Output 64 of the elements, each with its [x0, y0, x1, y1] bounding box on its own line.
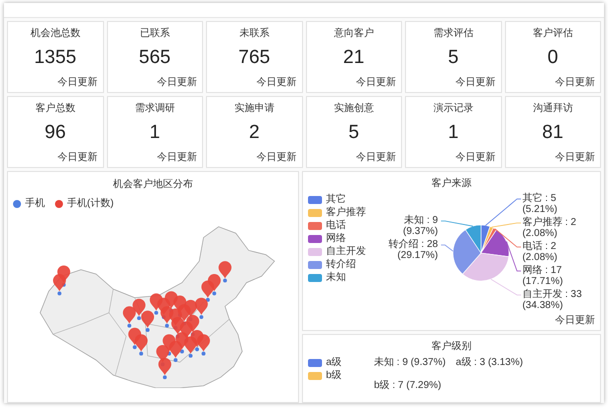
card-value: 0	[547, 46, 558, 68]
slice-label: 客户推荐 : 2 (2.08%)	[522, 217, 578, 239]
card-title: 已联系	[140, 26, 170, 40]
card-footer: 今日更新	[256, 150, 296, 164]
slice-label: 未知 : 9 (9.37%)	[374, 356, 446, 369]
leader-line	[490, 278, 522, 296]
card-footer: 今日更新	[256, 75, 296, 89]
panel-title: 机会客户地区分布	[113, 178, 193, 191]
card-value: 565	[138, 46, 171, 68]
card-value: 1	[448, 122, 459, 144]
slice-label: 电话 : 2 (2.08%)	[522, 241, 558, 263]
slice-label: b级 : 7 (7.29%)	[374, 379, 442, 392]
card-title: 实施申请	[234, 102, 274, 115]
legend-label: 网络	[326, 232, 346, 245]
legend-label: a级	[326, 356, 342, 369]
card-footer: 今日更新	[356, 75, 396, 89]
card-value: 96	[44, 122, 66, 144]
card-title: 沟通拜访	[532, 102, 573, 115]
panel-title: 客户级别	[432, 340, 472, 353]
leader-line	[440, 220, 474, 227]
card-value: 1355	[34, 46, 76, 68]
card-title: 实施创意	[334, 102, 374, 115]
card-footer: 今日更新	[555, 75, 595, 89]
card-value: 5	[348, 122, 360, 144]
slice-label: 自主开发 : 33 (34.38%)	[522, 289, 583, 311]
panel-footer: 今日更新	[555, 313, 595, 327]
legend-label: 电话	[326, 219, 346, 232]
legend-label: 手机	[25, 197, 45, 210]
slice-label: 转介绍 : 28 (29.17%)	[388, 239, 438, 261]
card-title: 意向客户	[334, 26, 374, 40]
card-footer: 今日更新	[555, 150, 595, 164]
card-footer: 今日更新	[58, 150, 98, 164]
card-footer: 今日更新	[456, 75, 496, 89]
card-value: 2	[248, 122, 260, 144]
legend-label: 客户推荐	[326, 206, 366, 219]
card-title: 需求评估	[433, 26, 474, 40]
slice-label: a级 : 3 (3.13%)	[456, 356, 523, 369]
card-value: 765	[238, 46, 270, 68]
card-value: 1	[149, 122, 160, 144]
legend-label: 手机(计数)	[67, 197, 114, 210]
card-footer: 今日更新	[157, 75, 197, 89]
legend-label: 自主开发	[326, 245, 366, 258]
card-title: 客户总数	[35, 102, 76, 115]
card-value: 81	[542, 122, 564, 144]
legend-label: 转介绍	[326, 258, 356, 271]
legend-label: 未知	[326, 271, 346, 284]
card-title: 机会池总数	[30, 26, 80, 40]
card-title: 客户评估	[532, 26, 573, 40]
leader-line	[440, 244, 454, 252]
slice-label: 网络 : 17 (17.71%)	[522, 265, 564, 287]
card-title: 未联系	[239, 26, 270, 40]
card-footer: 今日更新	[456, 150, 496, 164]
panel-title: 客户来源	[432, 176, 472, 190]
card-title: 演示记录	[433, 102, 474, 115]
card-footer: 今日更新	[58, 75, 98, 89]
slice-label: 其它 : 5 (5.21%)	[522, 193, 558, 215]
card-value: 21	[343, 46, 364, 68]
legend-label: 其它	[326, 193, 346, 206]
card-title: 需求调研	[134, 102, 175, 115]
card-footer: 今日更新	[157, 150, 197, 164]
slice-label: 未知 : 9 (9.37%)	[402, 215, 438, 237]
card-footer: 今日更新	[356, 150, 396, 164]
legend-label: b级	[326, 369, 342, 382]
card-value: 5	[448, 46, 459, 68]
